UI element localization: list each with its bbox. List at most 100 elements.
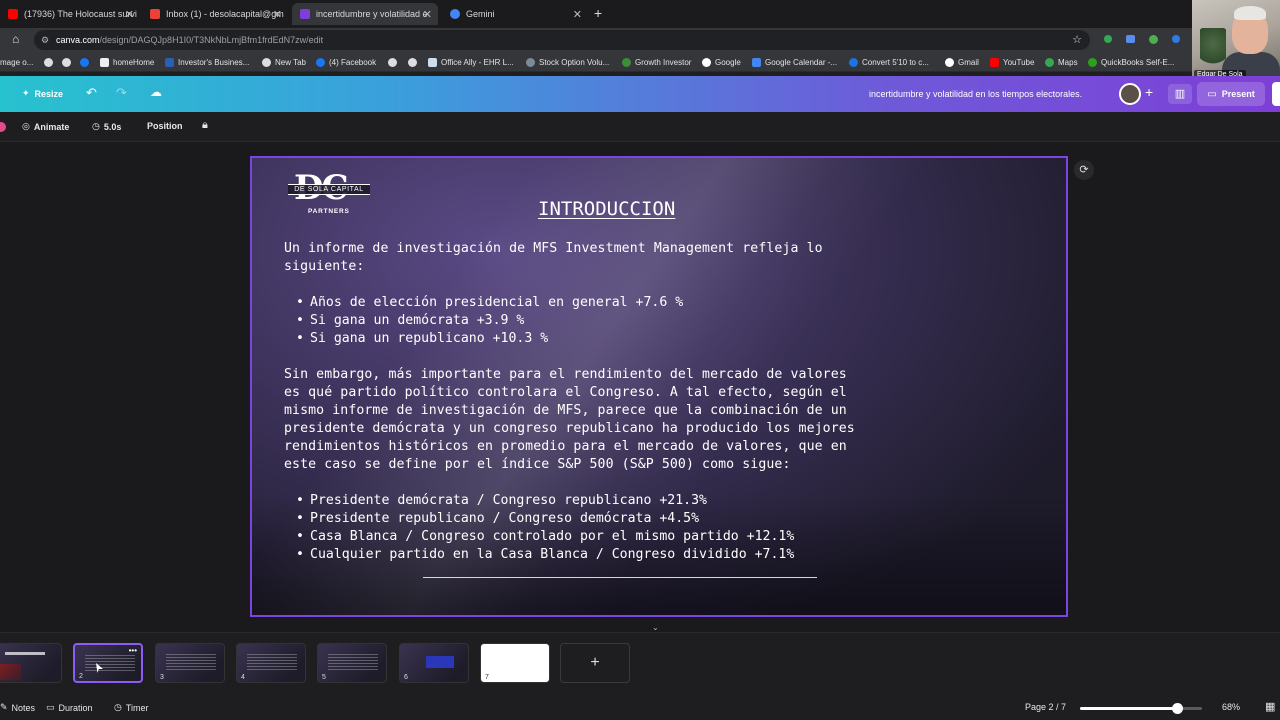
editor-toolbar: ◎ Animate ◷ 5.0s Position 🔒︎ — [0, 112, 1280, 142]
page-indicator[interactable]: Page 2 / 7 — [1025, 702, 1066, 712]
add-collaborator-icon[interactable]: + — [1145, 85, 1153, 99]
url-field[interactable]: ⚙ canva.com/design/DAGQJp8H1I0/T3NkNbLmj… — [34, 30, 1090, 50]
zoom-level[interactable]: 68% — [1222, 702, 1240, 712]
bookmark-item[interactable]: mage o... — [0, 55, 33, 69]
bookmark-item[interactable] — [80, 55, 93, 69]
office-ally-icon — [428, 57, 437, 67]
undo-icon[interactable]: ↶ — [86, 85, 97, 101]
new-tab-icon[interactable]: + — [594, 6, 602, 20]
animate-button[interactable]: ◎ Animate — [22, 121, 69, 132]
position-button[interactable]: Position — [147, 121, 183, 131]
extension-icon[interactable] — [1126, 35, 1135, 43]
bullet-item[interactable]: Si gana un demócrata +3.9 % — [296, 312, 524, 330]
bookmark-item[interactable]: Convert 5'10 to c... — [849, 55, 929, 69]
bookmark-item[interactable]: homeHome — [100, 55, 154, 69]
gmail-icon — [150, 9, 160, 19]
bookmark-item[interactable] — [408, 55, 421, 69]
add-page-button[interactable]: + — [560, 643, 630, 683]
more-options-icon[interactable]: ••• — [129, 646, 137, 655]
page-thumbnail[interactable]: 6 — [399, 643, 469, 683]
bookmark-item[interactable] — [44, 55, 57, 69]
phone-extension-icon[interactable] — [1104, 35, 1112, 43]
resize-button[interactable]: ✦ Resize — [22, 88, 63, 99]
intro-text[interactable]: siguiente: — [284, 258, 364, 276]
maps-icon — [1045, 57, 1054, 67]
duration-button[interactable]: ◷ 5.0s — [92, 121, 121, 132]
paragraph-line[interactable]: mismo informe de investigación de MFS, p… — [284, 402, 847, 420]
browser-tab[interactable]: (17936) The Holocaust survi ✕ — [0, 3, 140, 25]
bookmark-item[interactable]: Office Ally - EHR L... — [428, 55, 514, 69]
redo-icon[interactable]: ↷ — [116, 85, 127, 101]
color-swatch[interactable] — [0, 122, 6, 132]
grid-view-icon[interactable]: ▦ — [1265, 700, 1275, 713]
lock-icon[interactable]: 🔒︎ — [202, 119, 208, 132]
facebook-icon — [80, 57, 89, 67]
youtube-icon — [8, 9, 18, 19]
tab-label: Gemini — [466, 9, 495, 19]
browser-tab-active[interactable]: incertidumbre y volatilidad e ✕ — [292, 3, 438, 25]
bullet-item[interactable]: Si gana un republicano +10.3 % — [296, 330, 548, 348]
bullet-item[interactable]: Presidente republicano / Congreso demócr… — [296, 510, 699, 528]
page-thumbnail[interactable] — [0, 643, 62, 683]
paragraph-line[interactable]: presidente demócrata y un congreso repub… — [284, 420, 855, 438]
bookmark-item[interactable]: Stock Option Volu... — [526, 55, 609, 69]
youtube-icon — [990, 57, 999, 67]
bookmark-item[interactable]: Google Calendar -... — [752, 55, 837, 69]
bookmark-star-icon[interactable]: ☆ — [1072, 30, 1082, 50]
grammarly-icon[interactable] — [1149, 35, 1158, 44]
slide-title[interactable]: INTRODUCCION — [538, 198, 675, 220]
page-thumbnail[interactable]: 7 — [480, 643, 550, 683]
intro-text[interactable]: Un informe de investigación de MFS Inves… — [284, 240, 823, 258]
duration-footer-button[interactable]: ▭ Duration — [46, 702, 93, 713]
bookmark-item[interactable] — [62, 55, 75, 69]
page-thumbnail[interactable]: 5 — [317, 643, 387, 683]
page-thumbnail[interactable]: 4 — [236, 643, 306, 683]
slide-canvas[interactable]: DC DE SOLA CAPITAL PARTNERS INTRODUCCION… — [250, 156, 1068, 617]
close-icon[interactable]: ✕ — [573, 8, 582, 21]
bookmark-item[interactable]: New Tab — [262, 55, 306, 69]
timer-button[interactable]: ◷ Timer — [114, 702, 149, 713]
zoom-slider[interactable] — [1080, 703, 1202, 714]
page-thumbnail-selected[interactable]: 2 ••• — [73, 643, 143, 683]
bullet-item[interactable]: Años de elección presidencial en general… — [296, 294, 683, 312]
bullet-item[interactable]: Casa Blanca / Congreso controlado por el… — [296, 528, 794, 546]
paragraph-line[interactable]: Sin embargo, más importante para el rend… — [284, 366, 847, 384]
cloud-saved-icon[interactable]: ☁ — [150, 85, 162, 99]
bookmark-item[interactable]: Gmail — [945, 55, 979, 69]
page-thumbnail[interactable]: 3 — [155, 643, 225, 683]
extension-icon[interactable] — [1172, 35, 1180, 43]
close-icon[interactable]: ✕ — [423, 8, 432, 21]
calendar-icon — [752, 57, 761, 67]
close-icon[interactable]: ✕ — [273, 8, 282, 21]
bullet-item[interactable]: Presidente demócrata / Congreso republic… — [296, 492, 707, 510]
bookmark-item[interactable]: Investor's Busines... — [165, 55, 249, 69]
browser-tab[interactable]: Gemini ✕ — [442, 3, 588, 25]
paragraph-line[interactable]: este caso se define por el índice S&P 50… — [284, 456, 791, 474]
zoom-slider-handle[interactable] — [1172, 703, 1183, 714]
avatar[interactable] — [1119, 83, 1141, 105]
close-icon[interactable]: ✕ — [125, 8, 134, 21]
bookmark-item[interactable]: Google — [702, 55, 741, 69]
bookmarks-bar: mage o... homeHome Investor's Busines...… — [0, 52, 1280, 72]
browser-tab[interactable]: Inbox (1) - desolacapital@gm ✕ — [142, 3, 288, 25]
bookmark-item[interactable]: YouTube — [990, 55, 1034, 69]
chevron-down-icon[interactable]: ⌄ — [652, 623, 659, 632]
bookmark-item[interactable]: QuickBooks Self-E... — [1088, 55, 1174, 69]
present-button[interactable]: ▭ Present — [1197, 82, 1265, 106]
browser-tab-bar: (17936) The Holocaust survi ✕ Inbox (1) … — [0, 0, 1280, 28]
site-settings-icon[interactable]: ⚙ — [41, 30, 49, 50]
home-icon[interactable]: ⌂ — [12, 32, 19, 46]
design-title[interactable]: incertidumbre y volatilidad en los tiemp… — [869, 89, 1082, 99]
share-button[interactable] — [1272, 82, 1280, 106]
paragraph-line[interactable]: rendimientos históricos en promedio para… — [284, 438, 847, 456]
bullet-item[interactable]: Cualquier partido en la Casa Blanca / Co… — [296, 546, 794, 564]
canva-icon — [300, 9, 310, 19]
bookmark-item[interactable]: Maps — [1045, 55, 1078, 69]
bookmark-item[interactable]: Growth Investor — [622, 55, 691, 69]
paragraph-line[interactable]: es qué partido político controlara el Co… — [284, 384, 847, 402]
bookmark-item[interactable] — [388, 55, 401, 69]
notes-button[interactable]: ✎ Notes — [0, 702, 35, 713]
refresh-icon[interactable]: ⟳ — [1074, 160, 1094, 180]
bookmark-item[interactable]: (4) Facebook — [316, 55, 376, 69]
insights-icon[interactable]: ▥ — [1168, 84, 1192, 104]
